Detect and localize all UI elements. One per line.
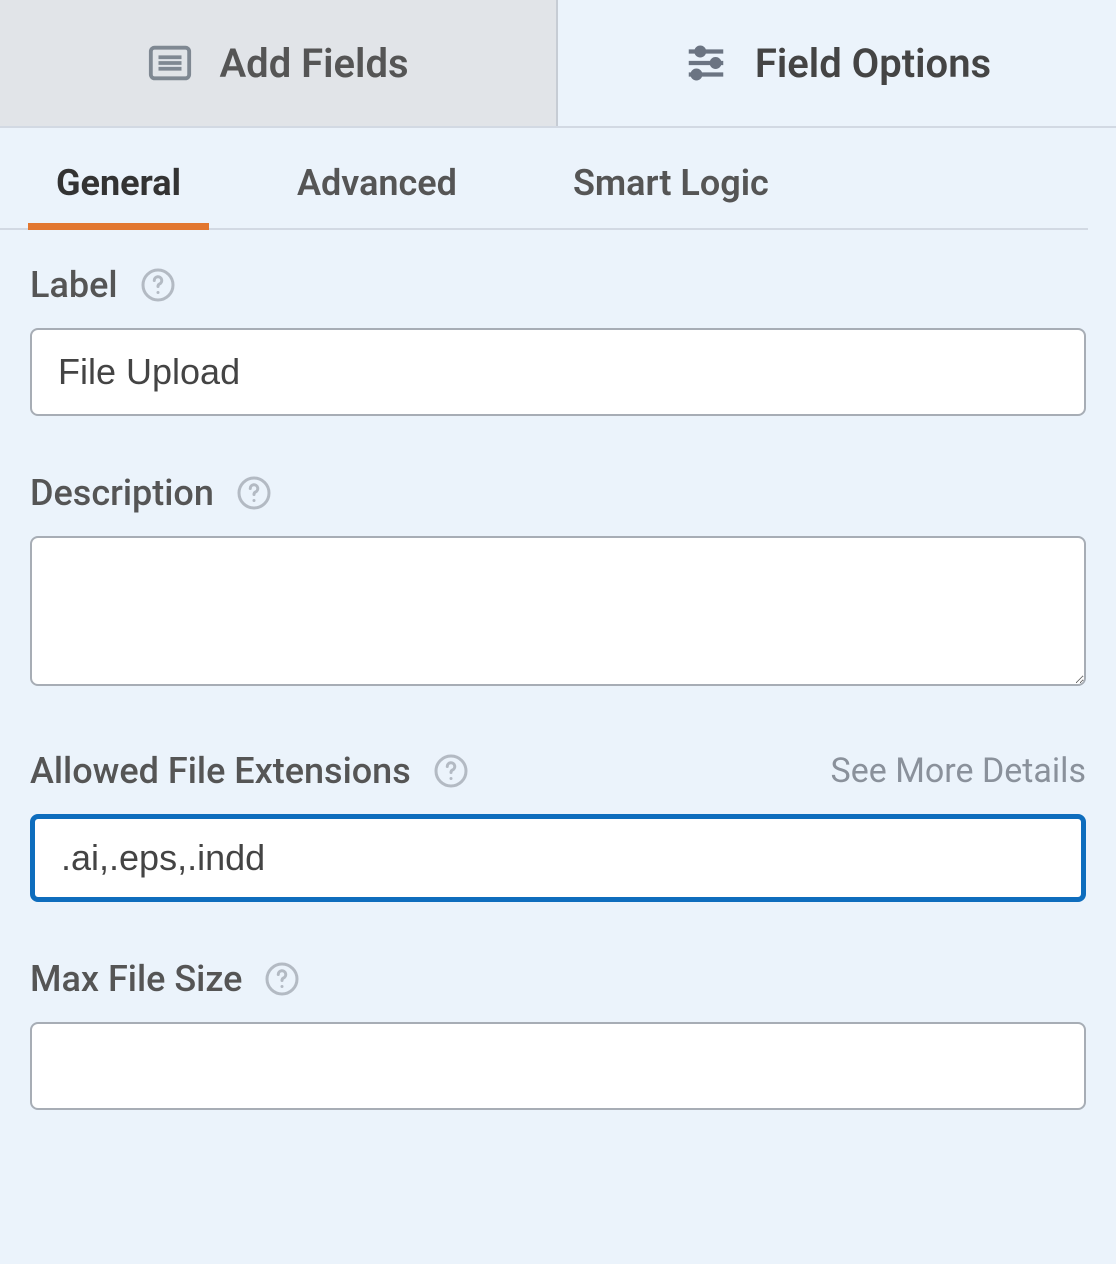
label-input[interactable] bbox=[30, 328, 1086, 416]
field-max-size-row: Max File Size bbox=[30, 958, 1086, 1110]
tab-field-options[interactable]: Field Options bbox=[558, 0, 1116, 126]
help-icon[interactable] bbox=[236, 475, 272, 511]
content-area: Label Description Allowed File Extension… bbox=[0, 230, 1116, 1110]
help-icon[interactable] bbox=[433, 753, 469, 789]
allowed-extensions-input[interactable] bbox=[30, 814, 1086, 902]
sub-tabs: General Advanced Smart Logic bbox=[0, 128, 1088, 230]
subtab-smart-logic[interactable]: Smart Logic bbox=[545, 128, 797, 228]
list-icon bbox=[147, 40, 193, 86]
help-icon[interactable] bbox=[264, 961, 300, 997]
field-label-row: Label bbox=[30, 264, 1086, 416]
label-title: Label bbox=[30, 264, 118, 306]
sliders-icon bbox=[683, 40, 729, 86]
tab-add-fields-label: Add Fields bbox=[219, 40, 408, 87]
description-textarea[interactable] bbox=[30, 536, 1086, 686]
allowed-ext-title: Allowed File Extensions bbox=[30, 750, 411, 792]
tab-field-options-label: Field Options bbox=[755, 40, 991, 87]
description-title: Description bbox=[30, 472, 214, 514]
see-more-details-link[interactable]: See More Details bbox=[831, 751, 1086, 791]
panel-tabs: Add Fields Field Options bbox=[0, 0, 1116, 128]
max-file-size-title: Max File Size bbox=[30, 958, 242, 1000]
field-description-row: Description bbox=[30, 472, 1086, 694]
subtab-general[interactable]: General bbox=[28, 128, 209, 228]
subtab-advanced[interactable]: Advanced bbox=[269, 128, 485, 228]
tab-add-fields[interactable]: Add Fields bbox=[0, 0, 558, 126]
help-icon[interactable] bbox=[140, 267, 176, 303]
field-allowed-ext-row: Allowed File Extensions See More Details bbox=[30, 750, 1086, 902]
max-file-size-input[interactable] bbox=[30, 1022, 1086, 1110]
